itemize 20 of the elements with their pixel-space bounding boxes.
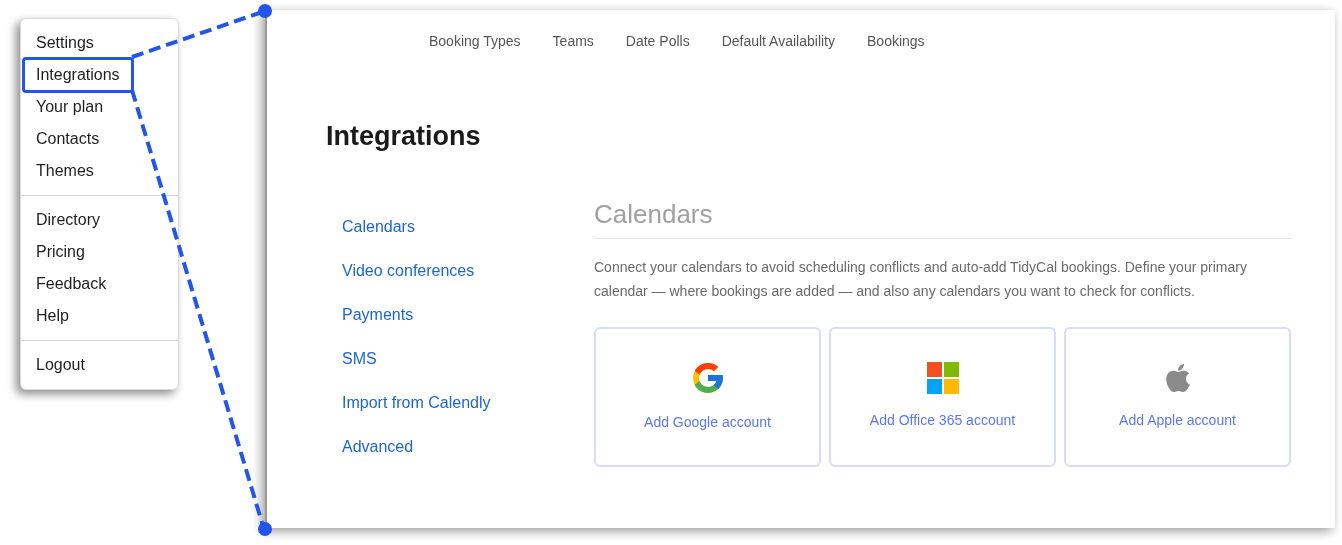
nav-link[interactable]: Date Polls <box>625 31 690 52</box>
page-title: Integrations <box>326 120 482 153</box>
nav-link[interactable]: Bookings <box>867 31 925 52</box>
side-nav-link[interactable]: SMS <box>342 346 594 371</box>
nav-link[interactable]: Teams <box>552 31 594 52</box>
side-nav-link[interactable]: Advanced <box>342 434 594 459</box>
add-account-card[interactable]: Add Apple account <box>1064 326 1291 467</box>
menu-item[interactable]: Logout <box>22 347 99 383</box>
add-account-card[interactable]: Add Google account <box>594 326 821 467</box>
side-nav-link[interactable]: Calendars <box>342 214 594 239</box>
side-nav-link[interactable]: Payments <box>342 302 594 327</box>
four-squares-icon <box>926 362 959 394</box>
menu-item[interactable]: Integrations <box>22 57 134 93</box>
nav-link[interactable]: Default Availability <box>721 31 835 52</box>
nav-link[interactable]: Booking Types <box>429 31 521 52</box>
side-nav-link[interactable]: Video conferences <box>342 258 594 283</box>
add-account-card[interactable]: Add Office 365 account <box>829 326 1056 467</box>
section-heading: Calendars <box>594 194 1292 239</box>
section-description: Connect your calendars to avoid scheduling conflicts and auto-add TidyCal bookings. Define your primary calendar — where bookings are added — and also any calendars you want to check for conflicts. <box>594 257 1248 301</box>
side-nav-link[interactable]: Import from Calendly <box>342 390 594 415</box>
